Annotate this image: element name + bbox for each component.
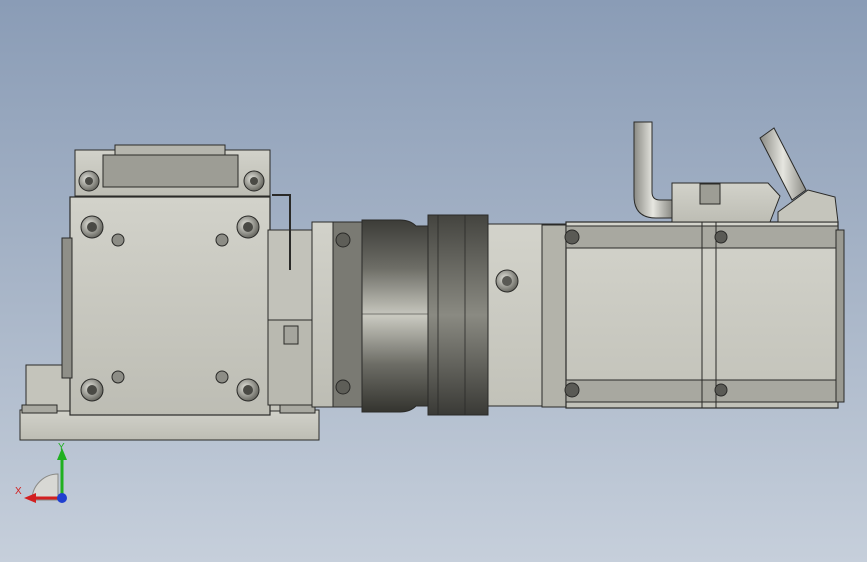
connector-bracket[interactable]: [671, 182, 839, 223]
gear-reducer[interactable]: [361, 214, 489, 416]
z-axis-dot: [57, 493, 67, 503]
cad-model[interactable]: [0, 0, 867, 562]
x-axis-label: X: [15, 486, 22, 497]
cable-gland-vertical[interactable]: [633, 121, 673, 219]
axis-triad: [24, 448, 67, 503]
x-axis-arrow: [24, 493, 36, 503]
servo-motor[interactable]: [487, 221, 845, 409]
coupling-housing[interactable]: [311, 221, 365, 408]
y-axis-label: Y: [58, 442, 65, 453]
graphics-viewport[interactable]: Y X: [0, 0, 867, 562]
actuator-block[interactable]: [61, 144, 319, 416]
